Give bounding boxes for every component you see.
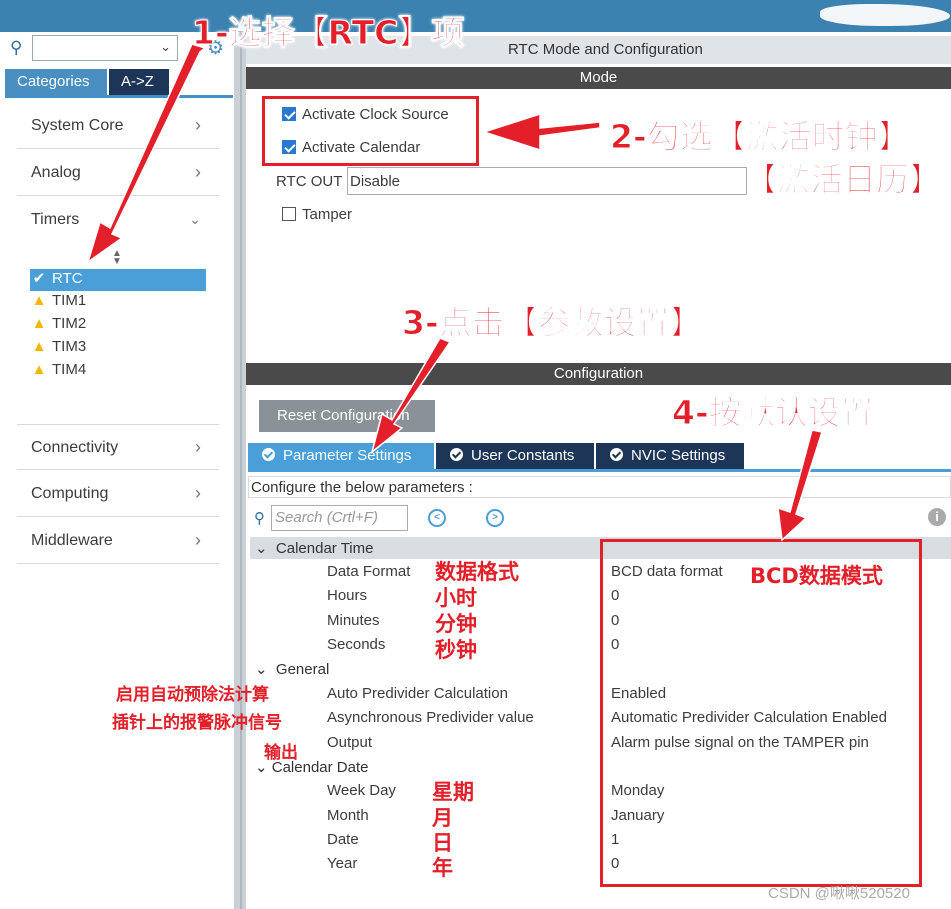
annotation-step3: 3-点击【参数设置】	[402, 303, 704, 343]
tab-a-z[interactable]: A->Z	[109, 69, 169, 95]
group-general[interactable]: ⌄ General	[255, 660, 329, 678]
annotation-general-1: 启用自动预除法计算	[116, 685, 269, 705]
search-combo[interactable]: ⌄	[32, 35, 178, 61]
annotation-general-3: 输出	[264, 743, 298, 763]
annotation-step4: 4-按默认设置	[672, 393, 875, 433]
panel-title: RTC Mode and Configuration	[508, 41, 703, 58]
search-icon[interactable]: ⚲	[10, 38, 28, 57]
splitter-line	[240, 32, 242, 909]
category-label: Timers	[31, 211, 80, 228]
chevron-down-icon: ⌄	[255, 540, 268, 557]
check-circle-icon	[450, 448, 463, 461]
tab-parameter-settings[interactable]: Parameter Settings	[248, 443, 434, 469]
watermark: CSDN @啾啾520520	[768, 885, 910, 902]
annotation-bcd: BCD数据模式	[750, 564, 883, 588]
tab-label: User Constants	[471, 447, 575, 464]
tree-item-tim2[interactable]: ▲ TIM2	[30, 315, 87, 337]
category-label: Computing	[31, 485, 109, 502]
redaction-mark	[820, 4, 950, 26]
category-computing[interactable]: Computing ›	[17, 471, 219, 517]
tab-underline	[5, 95, 233, 98]
annotation-step2a: 2-勾选【激活时钟】	[610, 117, 912, 157]
warning-icon: ▲	[31, 361, 47, 378]
warning-icon: ▲	[31, 315, 47, 332]
info-icon[interactable]: i	[928, 508, 946, 526]
chevron-right-icon: ›	[195, 162, 201, 182]
group-label: Calendar Time	[275, 540, 374, 557]
previous-match-icon[interactable]: <	[428, 509, 446, 527]
tree-item-tim4[interactable]: ▲ TIM4	[30, 361, 87, 383]
category-timers[interactable]: Timers ⌄	[17, 197, 219, 243]
category-label: Middleware	[31, 532, 113, 549]
tab-underline	[248, 469, 951, 472]
checkbox-unchecked-icon	[282, 207, 296, 221]
param-minutes: Minutes	[327, 612, 380, 629]
annotation-box-values	[600, 539, 922, 887]
annotation-year: 年	[432, 856, 453, 880]
reset-configuration-button[interactable]: Reset Configuration	[259, 400, 435, 432]
next-match-icon[interactable]: >	[486, 509, 504, 527]
warning-icon: ▲	[31, 292, 47, 309]
mode-header: Mode	[246, 67, 951, 89]
annotation-step2b: 【激活日历】	[744, 160, 943, 200]
tab-label: Parameter Settings	[283, 447, 412, 464]
rtc-out-select[interactable]: Disable	[347, 167, 747, 195]
param-auto-predivider: Auto Predivider Calculation	[327, 685, 508, 702]
param-date: Date	[327, 831, 359, 848]
check-circle-icon	[262, 448, 275, 461]
chevron-right-icon: ›	[195, 483, 201, 503]
tree-item-tim1[interactable]: ▲ TIM1	[30, 292, 87, 314]
tree-item-label: TIM3	[52, 338, 87, 355]
annotation-general-2: 插针上的报警脉冲信号	[112, 713, 282, 733]
tab-label: NVIC Settings	[631, 447, 726, 464]
category-system-core[interactable]: System Core ›	[17, 103, 219, 149]
tree-item-label: TIM2	[52, 315, 87, 332]
tab-user-constants[interactable]: User Constants	[436, 443, 594, 469]
chevron-down-icon[interactable]: ⌄	[160, 39, 171, 55]
search-icon: ⚲	[254, 510, 265, 527]
tab-nvic-settings[interactable]: NVIC Settings	[596, 443, 744, 469]
check-circle-icon	[610, 448, 623, 461]
param-output: Output	[327, 734, 373, 751]
chevron-right-icon: ›	[195, 437, 201, 457]
parameter-search-input[interactable]: Search (Crtl+F)	[271, 505, 408, 531]
annotation-step1: 1-选择【RTC】项	[191, 13, 465, 53]
configuration-header: Configuration	[246, 363, 951, 385]
chevron-down-icon: ⌄	[189, 211, 201, 227]
param-seconds: Seconds	[327, 636, 386, 653]
category-label: Analog	[31, 164, 81, 181]
tree-item-label: TIM4	[52, 361, 87, 378]
chevron-right-icon: ›	[195, 115, 201, 135]
group-calendar-time[interactable]: ⌄ Calendar Time	[255, 539, 373, 557]
category-analog[interactable]: Analog ›	[17, 150, 219, 196]
category-middleware[interactable]: Middleware ›	[17, 518, 219, 564]
tree-item-tim3[interactable]: ▲ TIM3	[30, 338, 87, 360]
param-hours: Hours	[327, 587, 368, 604]
tree-item-label: TIM1	[52, 292, 87, 309]
annotation-seconds: 秒钟	[435, 638, 477, 662]
group-label: General	[275, 661, 330, 678]
param-week-day: Week Day	[327, 782, 396, 799]
param-year: Year	[327, 855, 358, 872]
param-month: Month	[327, 807, 369, 824]
category-connectivity[interactable]: Connectivity ›	[17, 424, 219, 470]
warning-icon: ▲	[31, 338, 47, 355]
tree-item-rtc[interactable]: ✔ RTC	[30, 269, 206, 291]
tab-categories[interactable]: Categories	[5, 69, 107, 95]
check-circle-icon: ✔	[32, 270, 46, 287]
title-bar	[0, 0, 951, 32]
annotation-box-checkboxes	[262, 96, 479, 166]
rtc-out-label: RTC OUT	[276, 173, 343, 190]
checkbox-label: Tamper	[302, 206, 353, 223]
param-data-format: Data Format	[327, 563, 411, 580]
chevron-down-icon: ⌄	[255, 661, 268, 678]
tree-item-label: RTC	[52, 270, 83, 287]
param-async-predivider: Asynchronous Predivider value	[327, 709, 534, 726]
configure-instructions: Configure the below parameters :	[248, 476, 951, 498]
sort-arrows-icon[interactable]: ▲ ▼	[112, 249, 122, 267]
category-label: System Core	[31, 117, 124, 134]
chevron-right-icon: ›	[195, 530, 201, 550]
tamper-checkbox[interactable]: Tamper	[282, 206, 352, 223]
category-label: Connectivity	[31, 439, 119, 456]
